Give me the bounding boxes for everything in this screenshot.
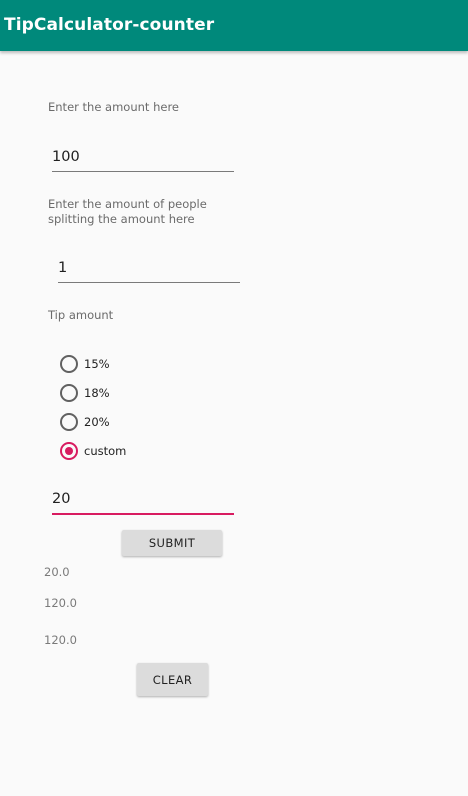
per-person-result: 120.0: [44, 633, 77, 647]
people-label-line2: splitting the amount here: [48, 212, 195, 226]
people-label: Enter the amount of people splitting the…: [48, 197, 207, 227]
app-bar: TipCalculator-counter: [0, 0, 468, 51]
radio-custom[interactable]: custom: [60, 440, 126, 462]
radio-18-percent-label: 18%: [84, 386, 110, 400]
radio-custom-label: custom: [84, 444, 127, 458]
amount-input[interactable]: 100: [52, 145, 234, 172]
tip-amount-label: Tip amount: [48, 308, 114, 322]
total-result: 120.0: [44, 596, 77, 610]
people-label-line1: Enter the amount of people: [48, 197, 207, 211]
custom-tip-input[interactable]: 20: [52, 487, 234, 515]
submit-button[interactable]: SUBMIT: [122, 530, 222, 556]
radio-20-percent-label: 20%: [84, 415, 110, 429]
custom-tip-input-value: 20: [52, 491, 71, 507]
radio-18-percent[interactable]: 18%: [60, 382, 110, 404]
radio-button-icon: [60, 413, 78, 431]
radio-15-percent[interactable]: 15%: [60, 353, 110, 375]
radio-20-percent[interactable]: 20%: [60, 411, 110, 433]
app-title: TipCalculator-counter: [4, 15, 215, 35]
radio-button-checked-icon: [60, 442, 78, 460]
people-input-value: 1: [58, 260, 68, 276]
people-input[interactable]: 1: [58, 256, 240, 283]
amount-label: Enter the amount here: [48, 100, 179, 114]
tip-result: 20.0: [44, 565, 70, 579]
clear-button[interactable]: CLEAR: [137, 663, 208, 696]
radio-button-icon: [60, 384, 78, 402]
amount-input-value: 100: [52, 149, 80, 165]
radio-button-icon: [60, 355, 78, 373]
radio-15-percent-label: 15%: [84, 357, 110, 371]
